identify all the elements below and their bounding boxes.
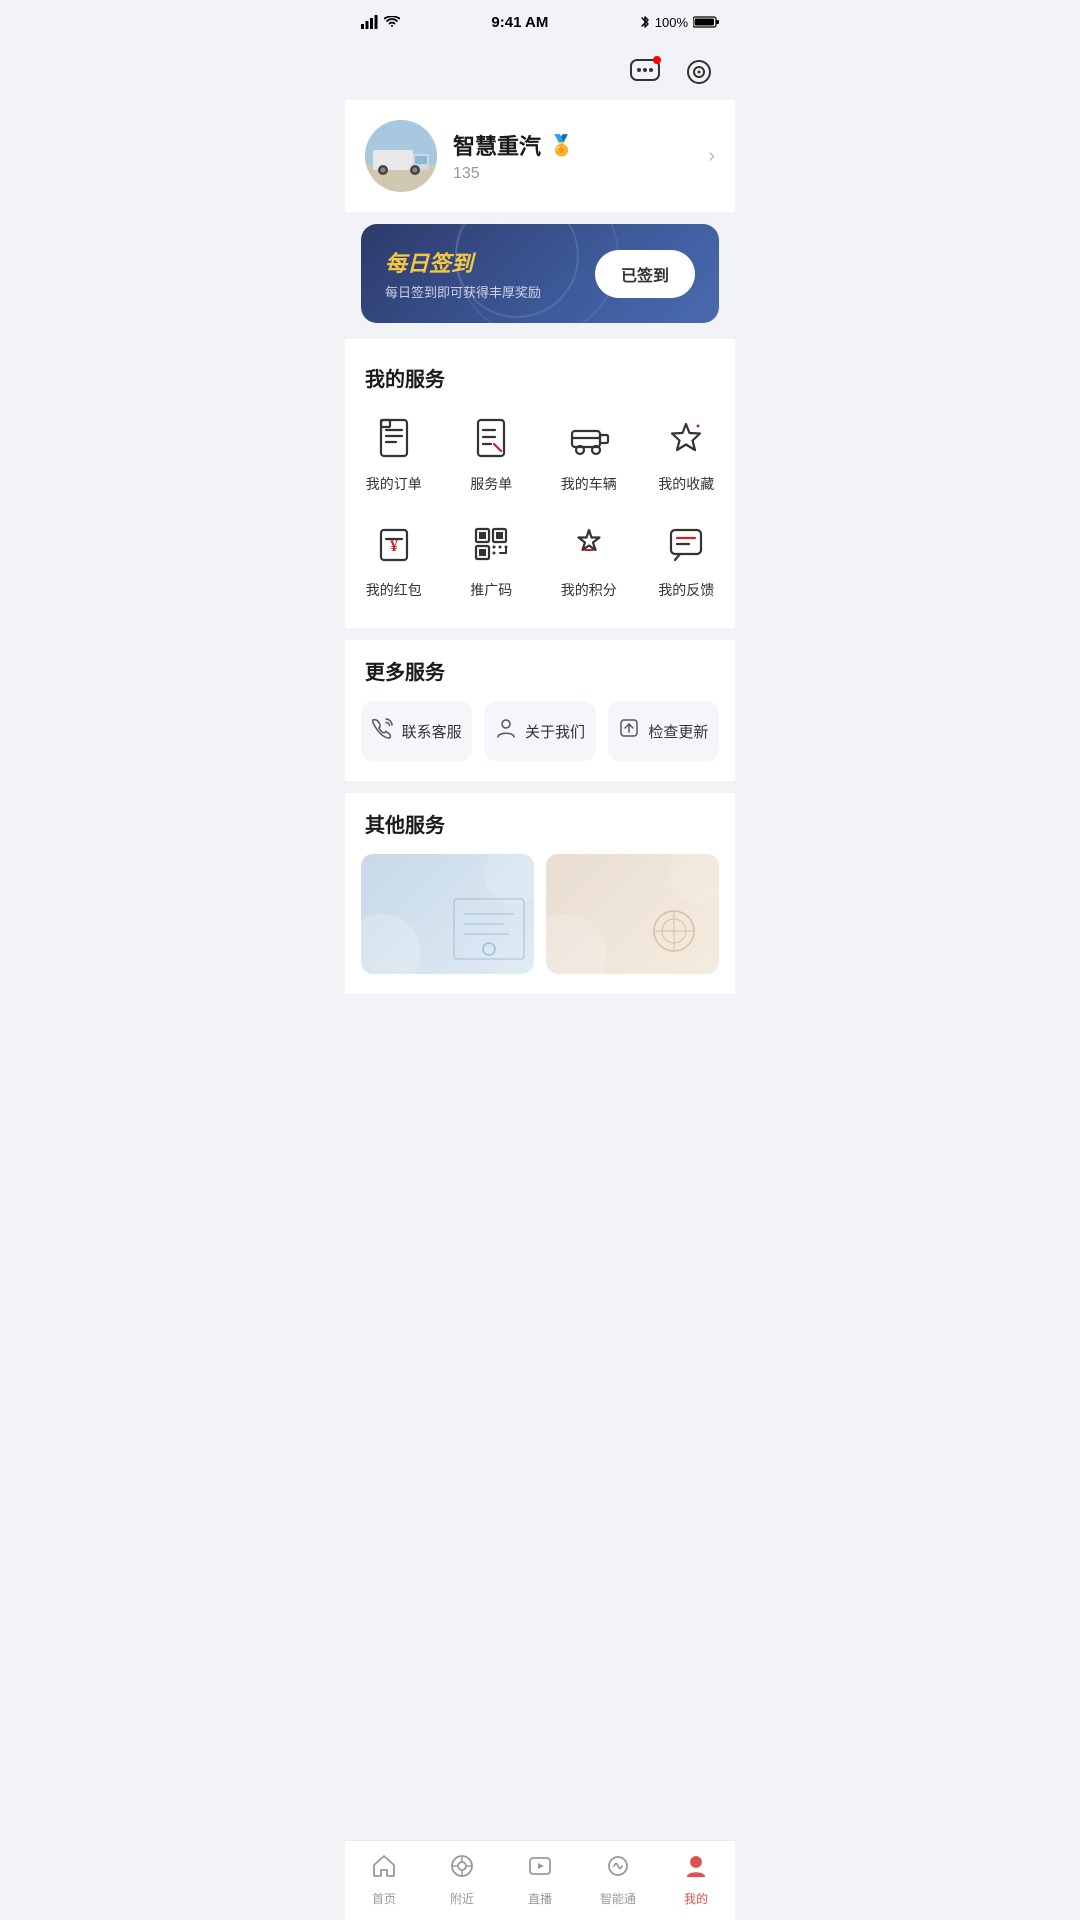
nav-label-smart: 智能通 — [600, 1890, 636, 1907]
service-label-qrcode: 推广码 — [470, 580, 512, 600]
battery-percent: 100% — [655, 15, 688, 30]
bluetooth-icon — [640, 15, 650, 29]
live-icon — [527, 1853, 553, 1886]
battery-icon — [693, 15, 719, 29]
nav-item-live[interactable]: 直播 — [501, 1845, 579, 1907]
service-item-service-order[interactable]: 服务单 — [443, 396, 541, 502]
scan-button[interactable] — [679, 52, 719, 92]
nearby-icon — [449, 1853, 475, 1886]
more-service-contact[interactable]: 联系客服 — [361, 701, 472, 761]
profile-name: 智慧重汽 🏅 — [453, 129, 692, 161]
redpacket-icon: ¥ — [368, 518, 420, 570]
about-icon — [495, 717, 517, 745]
qrcode-icon — [465, 518, 517, 570]
checkin-text: 每日签到 每日签到即可获得丰厚奖励 — [385, 246, 541, 301]
more-services-section: 更多服务 联系客服 关于我们 检查更新 — [345, 640, 735, 781]
service-label-redpacket: 我的红包 — [366, 580, 422, 600]
nav-label-home: 首页 — [372, 1890, 396, 1907]
contact-label: 联系客服 — [402, 721, 462, 742]
service-label-order: 我的订单 — [366, 474, 422, 494]
svg-text:¥: ¥ — [390, 538, 398, 555]
my-services-section: 我的服务 我的订单 服务单 我的车辆 我的收藏 ¥ 我的红包 — [345, 339, 735, 628]
more-services-grid: 联系客服 关于我们 检查更新 — [345, 697, 735, 781]
service-item-feedback[interactable]: 我的反馈 — [638, 502, 736, 608]
feedback-icon — [660, 518, 712, 570]
about-label: 关于我们 — [525, 721, 585, 742]
message-button[interactable] — [625, 52, 665, 92]
more-service-update[interactable]: 检查更新 — [608, 701, 719, 761]
checkin-title: 每日签到 — [385, 246, 541, 278]
phone-icon — [372, 717, 394, 745]
card-image-left — [449, 894, 529, 964]
service-label-vehicle: 我的车辆 — [561, 474, 617, 494]
other-service-card-left[interactable] — [361, 854, 534, 974]
points-icon — [563, 518, 615, 570]
smart-icon — [605, 1853, 631, 1886]
other-service-card-right[interactable] — [546, 854, 719, 974]
nav-label-nearby: 附近 — [450, 1890, 474, 1907]
service-item-redpacket[interactable]: ¥ 我的红包 — [345, 502, 443, 608]
vehicle-icon — [563, 412, 615, 464]
status-time: 9:41 AM — [491, 14, 548, 31]
favorites-icon — [660, 412, 712, 464]
service-order-icon — [465, 412, 517, 464]
other-services-section: 其他服务 — [345, 793, 735, 994]
scan-icon — [684, 57, 714, 87]
notification-dot — [653, 56, 661, 64]
nav-item-nearby[interactable]: 附近 — [423, 1845, 501, 1907]
status-left — [361, 15, 400, 29]
crown-icon: 🏅 — [549, 133, 574, 158]
nav-item-profile[interactable]: 我的 — [657, 1845, 735, 1907]
checkin-banner[interactable]: 每日签到 每日签到即可获得丰厚奖励 已签到 — [361, 224, 719, 323]
profile-id: 135 — [453, 165, 692, 183]
profile-section[interactable]: 智慧重汽 🏅 135 › — [345, 100, 735, 212]
signal-icon — [361, 15, 379, 29]
service-label-points: 我的积分 — [561, 580, 617, 600]
checkin-subtitle: 每日签到即可获得丰厚奖励 — [385, 282, 541, 301]
status-bar: 9:41 AM 100% — [345, 0, 735, 44]
update-icon — [618, 717, 640, 745]
profile-nav-icon — [683, 1853, 709, 1886]
order-icon — [368, 412, 420, 464]
checkin-button[interactable]: 已签到 — [595, 250, 695, 298]
avatar — [365, 120, 437, 192]
service-label-service-order: 服务单 — [470, 474, 512, 494]
service-label-feedback: 我的反馈 — [658, 580, 714, 600]
my-services-title: 我的服务 — [365, 363, 715, 392]
service-item-order[interactable]: 我的订单 — [345, 396, 443, 502]
home-icon — [371, 1853, 397, 1886]
service-label-favorites: 我的收藏 — [658, 474, 714, 494]
header-icons — [345, 44, 735, 100]
more-service-about[interactable]: 关于我们 — [484, 701, 595, 761]
nav-label-live: 直播 — [528, 1890, 552, 1907]
service-item-qrcode[interactable]: 推广码 — [443, 502, 541, 608]
nav-label-profile: 我的 — [684, 1890, 708, 1907]
service-item-points[interactable]: 我的积分 — [540, 502, 638, 608]
nav-item-smart[interactable]: 智能通 — [579, 1845, 657, 1907]
card-image-right — [634, 896, 714, 966]
more-services-title: 更多服务 — [345, 640, 735, 697]
other-services-title: 其他服务 — [345, 793, 735, 850]
wifi-icon — [384, 16, 400, 28]
service-item-favorites[interactable]: 我的收藏 — [638, 396, 736, 502]
profile-arrow[interactable]: › — [708, 145, 715, 168]
service-item-vehicle[interactable]: 我的车辆 — [540, 396, 638, 502]
bottom-nav: 首页 附近 直播 智能通 我的 — [345, 1840, 735, 1920]
nav-item-home[interactable]: 首页 — [345, 1845, 423, 1907]
update-label: 检查更新 — [648, 721, 708, 742]
other-services-grid — [345, 850, 735, 994]
profile-info: 智慧重汽 🏅 135 — [453, 129, 692, 183]
status-right: 100% — [640, 15, 719, 30]
